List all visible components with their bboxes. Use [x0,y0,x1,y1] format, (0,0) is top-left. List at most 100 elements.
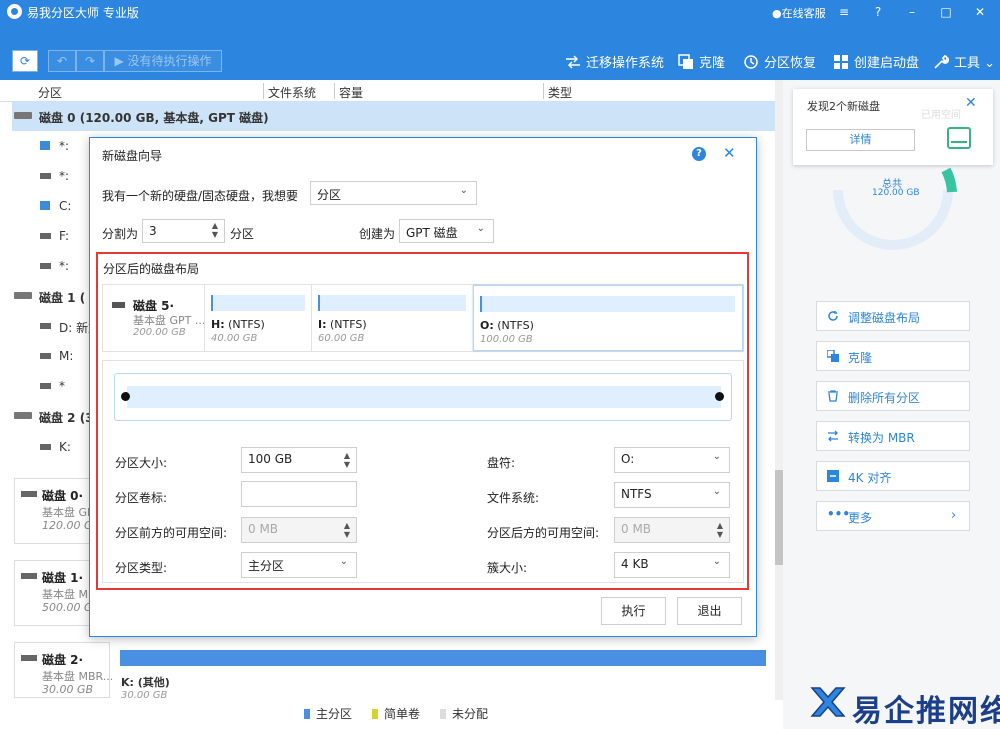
size-stepper[interactable]: 100 GB ▲ ▼ [241,447,357,473]
windows-icon [833,54,849,70]
align-icon [827,470,839,482]
minimize-button[interactable]: – [903,3,921,21]
partition-icon [40,353,51,359]
pending-operations-button[interactable]: ▶ 没有待执行操作 [104,50,222,72]
col-filesystem[interactable]: 文件系统 [268,84,316,101]
menu-icon[interactable]: ≡ [835,3,853,21]
partition-size: 30.00 GB [121,690,168,701]
refresh-button[interactable]: ⟳ [12,50,38,72]
disk-icon [14,412,32,419]
partition-block-i[interactable]: I: (NTFS) 60.00 GB [311,285,472,351]
chevron-down-icon: ⌄ [476,223,485,234]
partition-count-stepper[interactable]: 3 ▲ ▼ [142,219,225,243]
mode-select[interactable]: 分区 ⌄ [310,181,477,205]
col-type[interactable]: 类型 [548,84,572,101]
new-disk-wizard-dialog: 新磁盘向导 ? ✕ 我有一个新的硬盘/固态硬盘，我想要 分区 ⌄ 分割为 3 ▲ ▼ … [89,137,757,637]
partition-icon [40,233,51,239]
migrate-os-button[interactable]: 迁移操作系统 [565,52,664,71]
spinner-icon[interactable]: ▲ ▼ [344,521,350,539]
legend-primary: 主分区 [304,705,352,722]
col-divider[interactable] [263,83,264,99]
app-title: 易我分区大师 专业版 [27,6,139,20]
watermark-text: 易企推网络 [852,694,1000,729]
legend-unallocated: 未分配 [440,705,488,722]
slider-track[interactable] [127,386,721,408]
partition-recovery-button[interactable]: 分区恢复 [743,52,816,71]
disk-label: 磁盘 0 (120.00 GB, 基本盘, GPT 磁盘) [39,111,269,125]
clone-icon [678,54,694,70]
drive-letter-select[interactable]: O: ⌄ [614,447,730,473]
clone-icon [827,350,839,362]
volume-label: 分区卷标: [115,491,168,505]
filesystem-select[interactable]: NTFS ⌄ [614,482,730,508]
slider-right-handle[interactable] [715,392,724,401]
legend-swatch [304,709,310,719]
notice-text: 发现2个新磁盘 [807,100,880,113]
partition-bar [211,295,305,311]
clone-disk-button[interactable]: 克隆 [816,341,970,371]
disk-icon [21,491,37,497]
close-icon[interactable]: ✕ [723,144,736,162]
legend-swatch [372,709,378,719]
size-label: 分区大小: [115,456,168,470]
close-icon[interactable]: ✕ [965,95,977,111]
col-divider[interactable] [543,83,544,99]
maximize-button[interactable]: □ [937,3,955,21]
cluster-size-select[interactable]: 4 KB ⌄ [614,552,730,578]
partition-block-o[interactable]: O: (NTFS) 100.00 GB [473,285,743,351]
partition-block-h[interactable]: H: (NTFS) 40.00 GB [204,285,311,351]
create-as-label: 创建为 [359,227,396,241]
prompt-label: 我有一个新的硬盘/固态硬盘，我想要 [102,189,299,203]
new-disk-notice: 发现2个新磁盘 已用空间 ✕ 详情 [793,89,993,165]
adjust-layout-button[interactable]: 调整磁盘布局 [816,301,970,331]
scrollbar-thumb[interactable] [775,470,783,565]
col-capacity[interactable]: 容量 [339,84,363,101]
align-4k-button[interactable]: 4K 对齐 [816,461,970,491]
wrench-icon [933,54,950,70]
refresh-icon [828,311,838,321]
partition-icon [40,323,51,329]
partition-bar-k[interactable] [120,650,766,666]
chevron-down-icon: ⌄ [712,486,721,497]
disk-row-0[interactable]: 磁盘 0 (120.00 GB, 基本盘, GPT 磁盘) [12,101,775,131]
dialog-title: 新磁盘向导 [102,149,163,163]
execute-button[interactable]: 执行 [601,597,666,625]
app-logo-icon [7,4,22,19]
convert-icon [828,430,838,442]
slider-left-handle[interactable] [121,392,130,401]
help-icon[interactable]: ? [869,3,887,21]
clone-button[interactable]: 克隆 [678,52,725,71]
recovery-icon [743,54,759,70]
legend-swatch [440,709,446,719]
close-button[interactable]: ✕ [971,3,989,21]
undo-button[interactable]: ↶ [48,50,76,72]
partition-size-slider[interactable] [114,373,732,421]
partition-table-header: 分区 文件系统 容量 类型 [0,80,775,102]
split-label: 分割为 [102,227,139,241]
spinner-icon[interactable]: ▲ ▼ [344,451,350,469]
disk-card[interactable]: 磁盘 2· 基本盘 MBR... 30.00 GB [14,642,113,698]
convert-mbr-button[interactable]: 转换为 MBR [816,421,970,451]
exit-button[interactable]: 退出 [677,597,742,625]
col-partition[interactable]: 分区 [38,84,62,101]
online-service-link[interactable]: ●在线客服 [772,5,826,21]
more-button[interactable]: ••• 更多 › [816,501,970,531]
details-button[interactable]: 详情 [806,129,915,151]
help-icon[interactable]: ? [692,147,706,161]
chevron-down-icon: ⌄ [712,451,721,462]
chevron-down-icon: ⌄ [712,556,721,567]
delete-all-partitions-button[interactable]: 删除所有分区 [816,381,970,411]
tools-menu-button[interactable]: 工具 ⌄ [933,52,995,71]
redo-button[interactable]: ↷ [76,50,104,72]
scrollbar[interactable] [775,80,783,700]
volume-label-input[interactable] [241,481,357,507]
disk-style-select[interactable]: GPT 磁盘 ⌄ [399,219,494,243]
spinner-icon[interactable]: ▲ ▼ [717,521,723,539]
chevron-down-icon: ⌄ [459,185,468,196]
col-divider[interactable] [334,83,335,99]
partition-type-select[interactable]: 主分区 ⌄ [241,552,357,578]
spinner-icon[interactable]: ▲ ▼ [212,221,218,239]
create-boot-disk-button[interactable]: 创建启动盘 [833,52,919,71]
space-after-stepper[interactable]: 0 MB ▲ ▼ [614,517,730,543]
space-before-stepper[interactable]: 0 MB ▲ ▼ [241,517,357,543]
